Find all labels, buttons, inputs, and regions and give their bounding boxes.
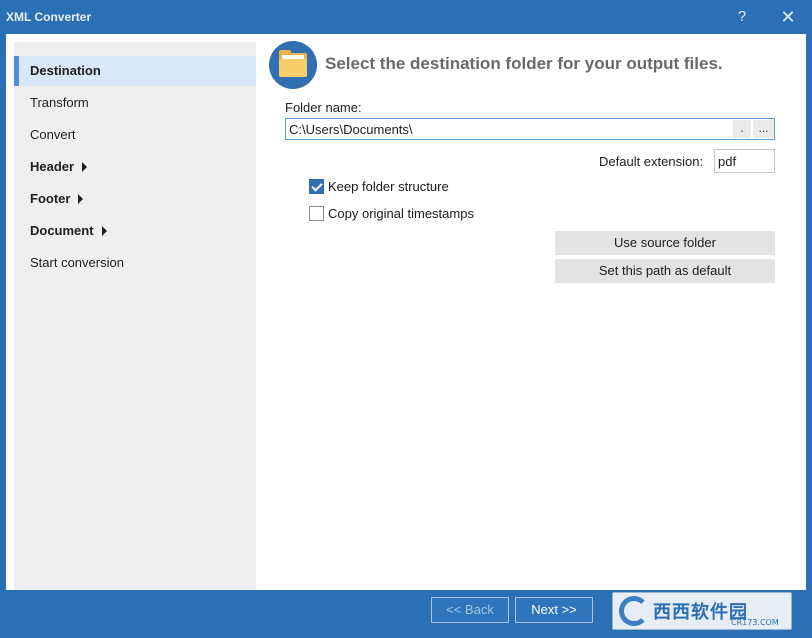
- sidebar-item-document[interactable]: Document: [14, 216, 256, 246]
- next-button[interactable]: Next >>: [515, 597, 593, 623]
- chevron-right-icon: [101, 225, 107, 236]
- sidebar: Destination Transform Convert Header Foo…: [14, 42, 256, 590]
- page-title: Select the destination folder for your o…: [325, 54, 723, 73]
- checkbox-label: Keep folder structure: [328, 179, 449, 194]
- folder-icon: [269, 41, 317, 89]
- default-extension-label: Default extension:: [599, 154, 704, 169]
- sidebar-item-label: Convert: [30, 127, 76, 142]
- close-icon[interactable]: ✕: [777, 6, 799, 28]
- title-bar: XML Converter ? ✕: [0, 0, 812, 34]
- watermark-logo: 西西软件园 CR173.COM: [612, 592, 792, 630]
- sidebar-item-label: Start conversion: [30, 255, 124, 270]
- checkbox-checked-icon[interactable]: [309, 179, 324, 194]
- app-window: XML Converter ? ✕ Destination Transform …: [0, 0, 812, 638]
- checkbox-label: Copy original timestamps: [328, 206, 474, 221]
- browse-button[interactable]: ...: [753, 120, 774, 138]
- folder-name-field: . ...: [285, 118, 775, 140]
- sidebar-item-destination[interactable]: Destination: [14, 56, 256, 86]
- chevron-right-icon: [78, 193, 84, 204]
- footer-bar: << Back Next >> 西西软件园 CR173.COM: [6, 590, 806, 632]
- client-area: Destination Transform Convert Header Foo…: [6, 34, 806, 590]
- sidebar-item-label: Footer: [30, 191, 71, 206]
- chevron-right-icon: [82, 161, 88, 172]
- use-source-folder-button[interactable]: Use source folder: [555, 231, 775, 255]
- sidebar-item-label: Document: [30, 223, 94, 238]
- sidebar-item-label: Destination: [30, 63, 101, 78]
- sidebar-item-label: Transform: [30, 95, 89, 110]
- dot-button[interactable]: .: [733, 120, 751, 138]
- sidebar-item-convert[interactable]: Convert: [14, 120, 256, 150]
- default-extension-input[interactable]: [714, 149, 775, 173]
- sidebar-item-header[interactable]: Header: [14, 152, 256, 182]
- checkbox-unchecked-icon[interactable]: [309, 206, 324, 221]
- folder-name-input[interactable]: [286, 119, 732, 139]
- sidebar-item-footer[interactable]: Footer: [14, 184, 256, 214]
- folder-name-label: Folder name:: [285, 100, 362, 115]
- sidebar-item-label: Header: [30, 159, 75, 174]
- sidebar-item-start-conversion[interactable]: Start conversion: [14, 248, 256, 278]
- window-title: XML Converter: [6, 10, 92, 24]
- logo-ring-icon: [619, 596, 649, 626]
- help-icon[interactable]: ?: [731, 6, 753, 28]
- back-button[interactable]: << Back: [431, 597, 509, 623]
- watermark-site: CR173.COM: [731, 618, 779, 627]
- set-path-default-button[interactable]: Set this path as default: [555, 259, 775, 283]
- sidebar-item-transform[interactable]: Transform: [14, 88, 256, 118]
